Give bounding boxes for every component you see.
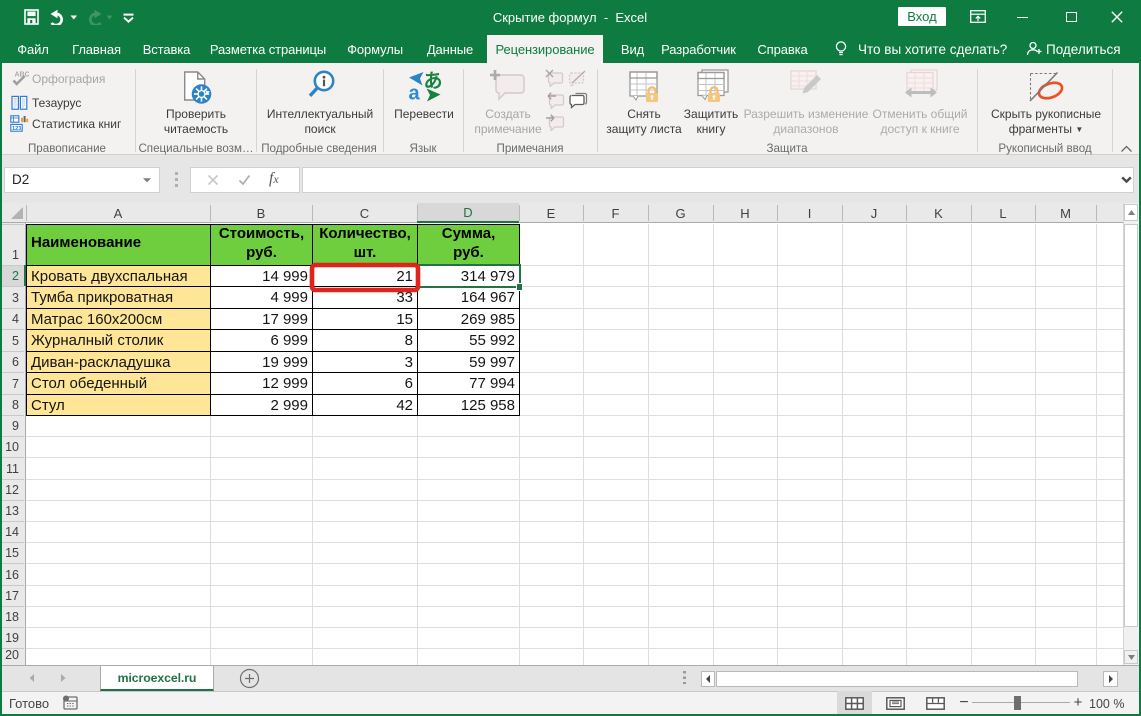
svg-text:123: 123	[12, 126, 21, 132]
svg-text:a: a	[409, 83, 421, 103]
svg-text:あ: あ	[424, 70, 443, 92]
